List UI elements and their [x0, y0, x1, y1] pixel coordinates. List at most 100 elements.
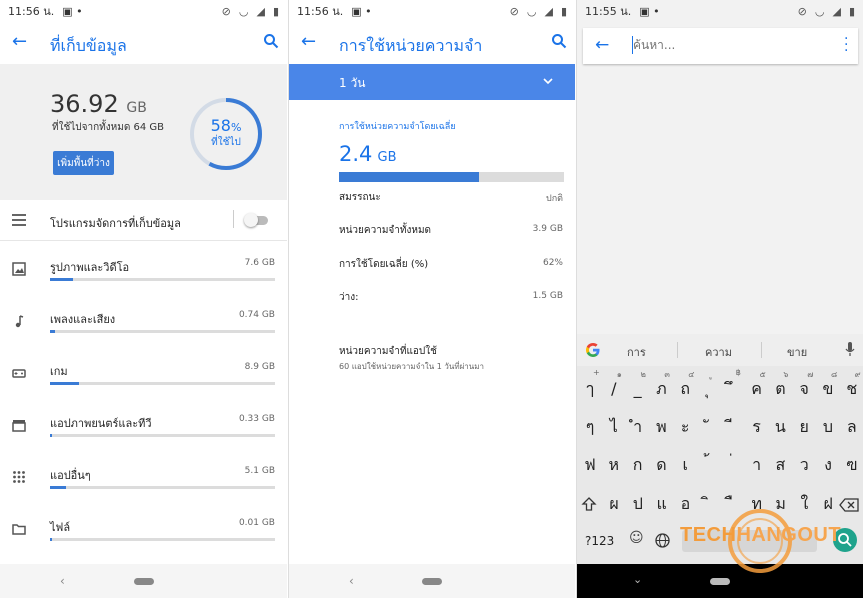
- keyboard-key[interactable]: ี: [722, 412, 744, 442]
- search-icon[interactable]: [263, 33, 279, 49]
- row-value: ปกติ: [545, 194, 563, 204]
- category-usage-fill: [50, 434, 53, 437]
- category-row-photos[interactable]: รูปภาพและวิดีโอ 7.6 GB: [0, 250, 287, 302]
- nav-back-icon[interactable]: ‹: [60, 574, 65, 588]
- gallery-notification-icon: ▣ •: [351, 4, 372, 18]
- keyboard-key-hint: +: [593, 368, 600, 377]
- keyboard-key[interactable]: ฟ: [579, 450, 601, 480]
- keyboard-key[interactable]: ล: [841, 412, 863, 442]
- search-icon[interactable]: [551, 33, 567, 49]
- suggestion-strip: การ ความ ขาย: [577, 334, 863, 366]
- category-usage-fill: [50, 486, 66, 489]
- search-bar: ← ···: [583, 28, 858, 64]
- page-title: การใช้หน่วยความจำ: [339, 36, 483, 55]
- memory-screen: 11:56 น. ▣ • ⊘ ◡ ◢ ▮ ← การใช้หน่วยความจำ…: [288, 0, 575, 598]
- signal-icon: ◢: [544, 4, 553, 18]
- keyboard-key[interactable]: ำ: [627, 412, 649, 442]
- more-options-icon[interactable]: · · ·: [844, 32, 848, 58]
- storage-screen: 11:56 น. ▣ • ⊘ ◡ ◢ ▮ ← ที่เก็บข้อมูล 36.…: [0, 0, 287, 598]
- storage-manager-row[interactable]: โปรแกรมจัดการที่เก็บข้อมูล: [0, 202, 287, 240]
- keyboard-key[interactable]: เ: [674, 450, 696, 480]
- battery-icon: ▮: [848, 4, 855, 18]
- status-icons: ⊘ ◡ ◢ ▮: [510, 5, 567, 18]
- back-arrow-icon[interactable]: ←: [12, 33, 30, 51]
- search-input[interactable]: [633, 35, 823, 55]
- keyboard-key[interactable]: ฃ: [841, 450, 863, 480]
- app-memory-title: หน่วยความจำที่แอปใช้: [339, 346, 437, 357]
- page-title: ที่เก็บข้อมูล: [50, 36, 127, 55]
- nav-home-pill[interactable]: [710, 577, 730, 585]
- category-row-movies[interactable]: แอปภาพยนตร์และทีวี 0.33 GB: [0, 406, 287, 458]
- keyboard-key[interactable]: น: [769, 412, 791, 442]
- category-size: 0.01 GB: [238, 518, 275, 528]
- category-row-files[interactable]: ไฟล์ 0.01 GB: [0, 510, 287, 562]
- category-row-games[interactable]: เกม 8.9 GB: [0, 354, 287, 406]
- keyboard-key[interactable]: ฝ: [817, 489, 839, 519]
- keyboard-key[interactable]: ั: [698, 412, 720, 442]
- keyboard-hide-icon[interactable]: ⌄: [633, 573, 642, 586]
- keyboard-key[interactable]: ร: [746, 412, 768, 442]
- keyboard-key[interactable]: แ: [651, 489, 673, 519]
- gamepad-icon: [12, 369, 26, 378]
- keyboard-key[interactable]: พ: [650, 412, 672, 442]
- gallery-notification-icon: ▣ •: [62, 4, 83, 18]
- google-logo-icon[interactable]: [585, 342, 601, 358]
- keyboard-key[interactable]: ง: [817, 450, 839, 480]
- category-usage-fill: [50, 538, 53, 541]
- emoji-key-icon[interactable]: ☺: [629, 530, 644, 546]
- keyboard-key[interactable]: า: [746, 450, 768, 480]
- clapperboard-icon: [12, 420, 26, 432]
- backspace-key-icon[interactable]: [839, 498, 859, 512]
- back-arrow-icon[interactable]: ←: [595, 35, 609, 55]
- keyboard-key[interactable]: ใ: [793, 489, 815, 519]
- keyboard-key[interactable]: ห: [603, 450, 625, 480]
- free-up-space-button[interactable]: เพิ่มพื้นที่ว่าง: [53, 151, 114, 175]
- keyboard-key[interactable]: ด: [650, 450, 672, 480]
- nav-home-pill[interactable]: [422, 577, 442, 585]
- keyboard-key-hint: ๖: [783, 370, 789, 379]
- keyboard-key[interactable]: ๅ: [579, 374, 601, 404]
- microphone-icon[interactable]: [845, 342, 855, 357]
- keyboard-key[interactable]: ก: [627, 450, 649, 480]
- category-row-music[interactable]: เพลงและเสียง 0.74 GB: [0, 302, 287, 354]
- divider: [677, 342, 678, 358]
- wifi-icon: ◡: [238, 4, 249, 18]
- memory-row-avg-percent: การใช้โดยเฉลี่ย (%) 62%: [289, 255, 575, 275]
- app-memory-row[interactable]: หน่วยความจำที่แอปใช้ 60 แอปใช้หน่วยความจ…: [289, 340, 575, 376]
- status-icons: ⊘ ◡ ◢ ▮: [798, 5, 855, 18]
- suggestion-1[interactable]: การ: [627, 343, 646, 361]
- keyboard-key[interactable]: ผ: [603, 489, 625, 519]
- row-label: การใช้โดยเฉลี่ย (%): [339, 259, 429, 270]
- symbols-key[interactable]: ?123: [585, 534, 614, 548]
- keyboard-key[interactable]: ป: [627, 489, 649, 519]
- keyboard-key[interactable]: ว: [793, 450, 815, 480]
- suggestion-3[interactable]: ขาย: [787, 343, 807, 361]
- watermark: TECHHANGOUT: [680, 524, 841, 547]
- keyboard-key[interactable]: ้: [698, 450, 720, 480]
- keyboard-key[interactable]: บ: [817, 412, 839, 442]
- keyboard-key[interactable]: ไ: [603, 412, 625, 442]
- keyboard-key[interactable]: ย: [793, 412, 815, 442]
- keyboard-key[interactable]: ึ: [722, 374, 744, 404]
- nav-back-icon[interactable]: ‹: [349, 574, 354, 588]
- keyboard-key[interactable]: ๆ: [579, 412, 601, 442]
- keyboard-key-hint: ๘: [831, 370, 838, 379]
- list-icon: [12, 214, 26, 226]
- period-selector[interactable]: 1 วัน: [289, 64, 575, 100]
- row-value: 1.5 GB: [532, 291, 563, 301]
- keyboard-key[interactable]: ส: [769, 450, 791, 480]
- keyboard-key[interactable]: ะ: [674, 412, 696, 442]
- keyboard-key[interactable]: อ: [674, 489, 696, 519]
- keyboard-key[interactable]: ุ: [698, 374, 720, 404]
- keyboard-key[interactable]: ิ: [698, 489, 720, 519]
- back-arrow-icon[interactable]: ←: [301, 33, 319, 51]
- storage-manager-toggle[interactable]: [244, 213, 268, 227]
- keyboard-key[interactable]: ่: [722, 450, 744, 480]
- category-row-other-apps[interactable]: แอปอื่นๆ 5.1 GB: [0, 458, 287, 510]
- suggestion-2[interactable]: ความ: [705, 343, 732, 361]
- globe-icon[interactable]: [655, 533, 670, 548]
- mute-icon: ⊘: [509, 4, 519, 18]
- row-label: สมรรถนะ: [339, 192, 381, 203]
- shift-key-icon[interactable]: [581, 496, 597, 512]
- nav-home-pill[interactable]: [133, 577, 154, 585]
